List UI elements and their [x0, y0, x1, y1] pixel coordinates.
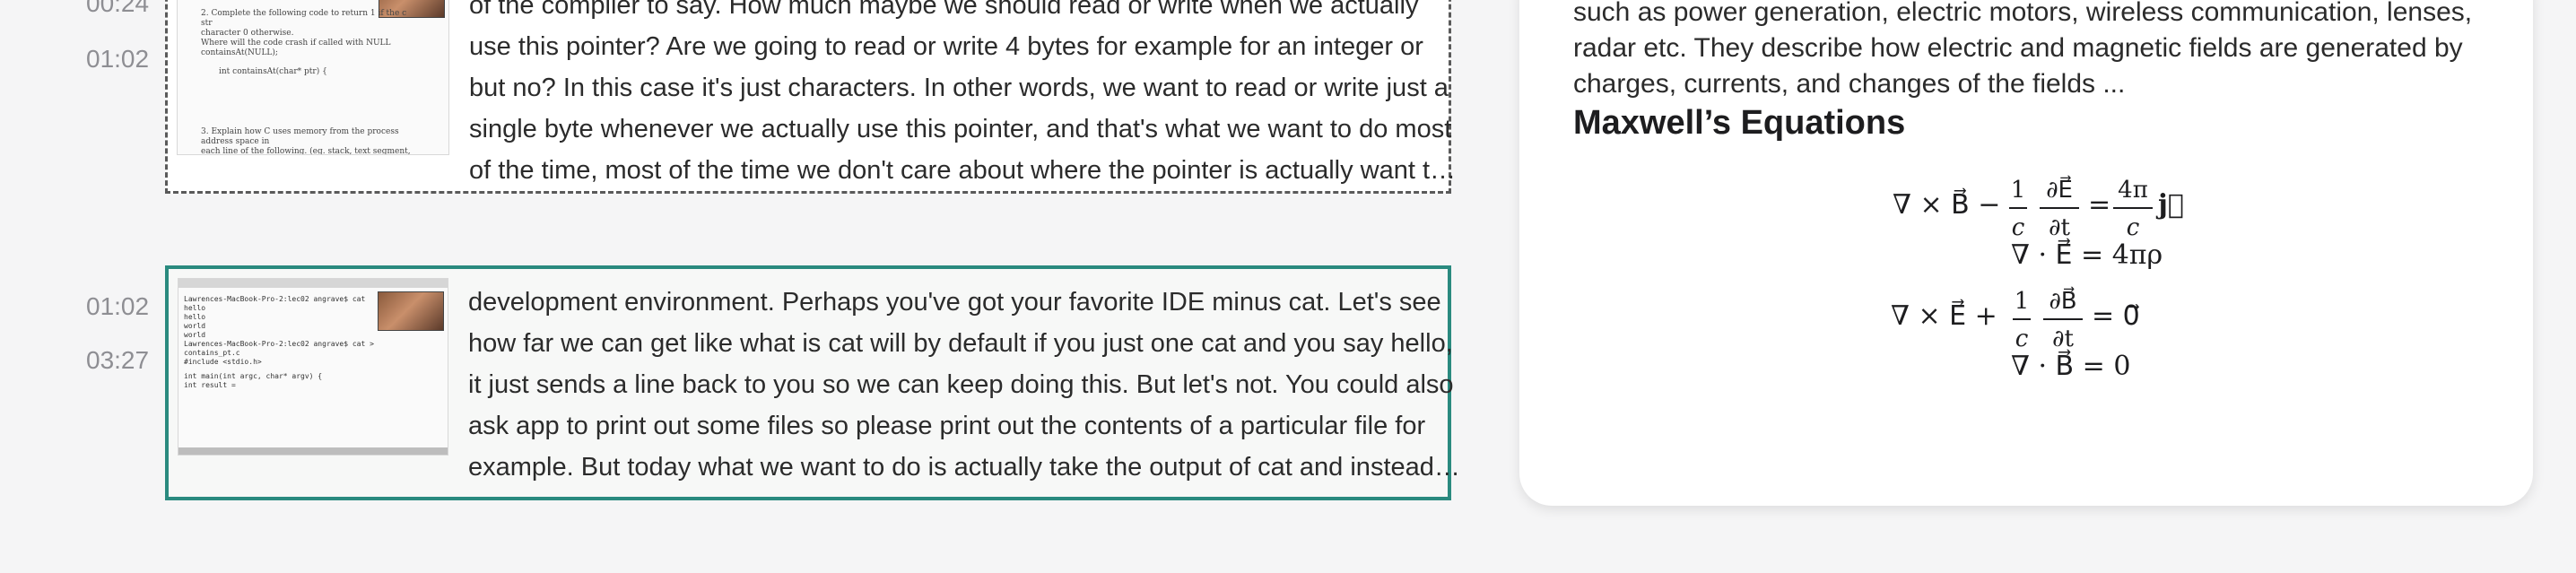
segment-1-start-time[interactable]: 00:24 [86, 0, 149, 18]
thumb-text-line: each line of the following. (eg. stack, … [201, 147, 411, 155]
transcript-segment[interactable]: 2. Complete the following code to return… [165, 0, 1456, 194]
thumb-text-line: int containsAt(char* ptr) { [219, 67, 327, 76]
segment-transcript-text: of the compiler to say. How much maybe w… [469, 0, 1456, 191]
slide-thumbnail[interactable]: 2. Complete the following code to return… [177, 0, 449, 155]
transcript-line: single byte whenever we actually use thi… [469, 115, 1452, 143]
segment-2-start-time[interactable]: 01:02 [86, 292, 149, 321]
info-card: such as power generation, electric motor… [1519, 0, 2533, 506]
eq3-frac2-den: ∂t [2052, 326, 2074, 352]
eq3-frac2-num: ∂B⃗ [2049, 286, 2076, 315]
transcript-line: use this pointer? Are we going to read o… [469, 32, 1423, 61]
segment-2-end-time[interactable]: 03:27 [86, 346, 149, 375]
thumb-text-line: world [184, 331, 206, 339]
webcam-overlay [378, 291, 444, 331]
thumb-text-line: character 0 otherwise. [201, 29, 294, 38]
eq1-frac1-num: 1 [2011, 177, 2026, 204]
card-intro-line: such as power generation, electric motor… [1573, 0, 2473, 27]
card-intro-line: radar etc. They describe how electric an… [1573, 33, 2463, 63]
eq1-frac3-num: 4π [2118, 177, 2148, 204]
transcript-line: example. But today what we want to do is… [468, 453, 1460, 482]
card-intro-line: charges, currents, and changes of the fi… [1573, 69, 2126, 99]
eq1-frac2-num: ∂E⃗ [2046, 175, 2073, 204]
eq1-frac3-den: c [2127, 214, 2140, 241]
eq1-frac2-den: ∂t [2049, 214, 2070, 241]
transcript-line: development environment. Perhaps you've … [468, 288, 1441, 317]
thumb-text-line: hello [184, 313, 206, 321]
eq3-rhs: = 0⃗ [2092, 300, 2140, 332]
slide-thumbnail[interactable]: Lawrences-MacBook-Pro-2:lec02 angrave$ c… [178, 278, 448, 456]
maxwell-equations: ∇ × B⃗ − 1 c ∂E⃗ ∂t = 4π c j⃗ ∇ · E⃗ = 4… [1891, 175, 2184, 382]
thumb-text-line: Lawrences-MacBook-Pro-2:lec02 angrave$ c… [184, 340, 374, 357]
eq1-frac1-den: c [2012, 214, 2025, 241]
thumb-text-line: 2. Complete the following code to return… [201, 9, 407, 28]
thumb-text-line: int main(int argc, char* argv) { [184, 372, 323, 380]
transcript-line: of the compiler to say. How much maybe w… [469, 0, 1419, 20]
eq1-rhs: j⃗ [2155, 189, 2184, 221]
terminal-bottom-bar [178, 447, 448, 455]
transcript-segment-active[interactable]: Lawrences-MacBook-Pro-2:lec02 angrave$ c… [165, 265, 1460, 500]
thumb-text-line: Where will the code crash if called with… [201, 39, 391, 57]
transcript-line: ask app to print out some files so pleas… [468, 412, 1426, 440]
thumb-text-line: hello [184, 304, 206, 312]
transcript-line: but no? In this case it's just character… [469, 74, 1449, 102]
card-intro-text: such as power generation, electric motor… [1573, 0, 2472, 102]
segment-1-end-time[interactable]: 01:02 [86, 45, 149, 74]
equation-div-b: ∇ · B⃗ = 0 [2011, 350, 2130, 382]
thumb-text-line: 3. Explain how C uses memory from the pr… [201, 127, 399, 146]
eq1-equals: = [2088, 189, 2110, 221]
eq3-frac1-den: c [2015, 326, 2029, 352]
transcript-line: how far we can get like what is cat will… [468, 329, 1453, 358]
terminal-titlebar [178, 279, 448, 288]
transcript-line: it just sends a line back to you so we c… [468, 370, 1454, 399]
card-title: Maxwell’s Equations [1573, 104, 1906, 142]
equation-curl-b: ∇ × B⃗ − 1 c ∂E⃗ ∂t = 4π c j⃗ [1893, 175, 2184, 241]
eq3-lhs: ∇ × E⃗ + [1891, 300, 1997, 332]
equation-curl-e: ∇ × E⃗ + 1 c ∂B⃗ ∂t = 0⃗ [1891, 286, 2140, 352]
segment-transcript-text: development environment. Perhaps you've … [468, 282, 1460, 488]
transcript-line: of the time, most of the time we don't c… [469, 156, 1457, 185]
thumb-text-line: world [184, 322, 206, 330]
eq3-frac1-num: 1 [2015, 288, 2030, 315]
thumb-text-line: int result = [184, 381, 236, 389]
thumb-text-line: Lawrences-MacBook-Pro-2:lec02 angrave$ c… [184, 295, 366, 303]
equation-div-e: ∇ · E⃗ = 4πρ [2011, 239, 2163, 271]
eq1-lhs: ∇ × B⃗ − [1893, 188, 2000, 221]
thumb-text-line: #include <stdio.h> [184, 358, 262, 366]
